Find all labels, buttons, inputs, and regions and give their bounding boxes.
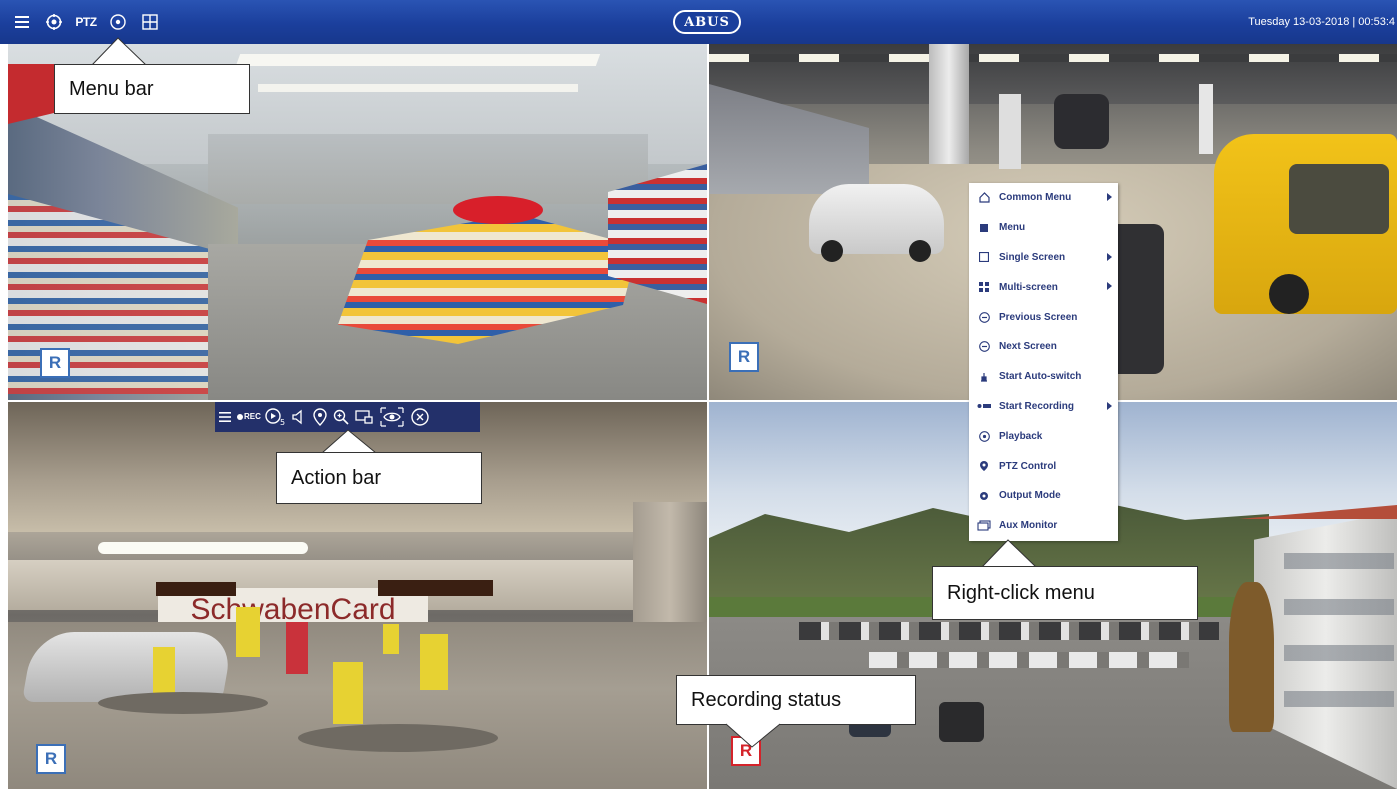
menu-item-label: Next Screen — [999, 341, 1057, 353]
menu-item-label: PTZ Control — [999, 460, 1057, 472]
recording-status-badge: R — [36, 744, 66, 774]
right-click-menu: Common Menu Menu Single Screen Multi-scr… — [969, 183, 1118, 541]
multi-screen-icon — [977, 280, 991, 294]
wheel — [909, 240, 931, 262]
led-sign — [378, 580, 493, 596]
wheel — [821, 240, 843, 262]
ceiling-light — [98, 542, 308, 554]
callout-pointer — [91, 37, 147, 66]
ptz-icon — [977, 459, 991, 473]
barrier-post — [153, 647, 175, 697]
island-sign — [453, 196, 543, 224]
home-icon — [977, 191, 991, 205]
autumn-tree — [1229, 582, 1274, 732]
ceiling-light — [258, 84, 578, 92]
settings-icon[interactable] — [42, 10, 66, 34]
recording-status-badge: R — [40, 348, 70, 378]
audio-icon[interactable] — [291, 402, 307, 432]
menu-item-single-screen[interactable]: Single Screen — [969, 243, 1118, 273]
datetime-display: Tuesday 13-03-2018 | 00:53:4 — [1248, 16, 1395, 28]
playback-icon[interactable] — [106, 10, 130, 34]
menu-item-label: Start Auto-switch — [999, 371, 1082, 383]
output-mode-icon — [977, 489, 991, 503]
aux-monitor-icon — [977, 519, 991, 533]
eye-icon[interactable] — [379, 402, 405, 432]
island — [98, 692, 268, 714]
svg-text:5: 5 — [280, 418, 285, 426]
ptz-label: PTZ — [75, 15, 97, 29]
submenu-arrow-icon — [1107, 252, 1112, 261]
wheel — [1269, 274, 1309, 314]
fuel-pump — [1199, 84, 1213, 154]
callout-pointer — [321, 429, 377, 454]
submenu-arrow-icon — [1107, 282, 1112, 291]
menu-item-common-menu[interactable]: Common Menu — [969, 183, 1118, 213]
previous-icon — [977, 310, 991, 324]
next-icon — [977, 340, 991, 354]
close-icon[interactable] — [411, 402, 429, 432]
menu-item-ptz-control[interactable]: PTZ Control — [969, 451, 1118, 481]
recording-status-badge: R — [729, 342, 759, 372]
parked-cars — [869, 652, 1189, 668]
menu-item-label: Single Screen — [999, 251, 1066, 263]
menu-item-output-mode[interactable]: Output Mode — [969, 481, 1118, 511]
callout-menu-bar: Menu bar — [54, 64, 250, 114]
rec-label: REC — [244, 412, 261, 421]
menu-icon[interactable] — [10, 10, 34, 34]
ptz-icon[interactable]: PTZ — [74, 10, 98, 34]
barrier-post — [420, 634, 448, 690]
record-icon[interactable]: REC — [237, 402, 261, 432]
menu-item-menu[interactable]: Menu — [969, 213, 1118, 243]
callout-recording-status: Recording status — [676, 675, 916, 725]
menu-item-start-auto-switch[interactable]: Start Auto-switch — [969, 362, 1118, 392]
barrier-post — [333, 662, 363, 724]
menu-item-previous-screen[interactable]: Previous Screen — [969, 302, 1118, 332]
menu-item-multi-screen[interactable]: Multi-screen — [969, 272, 1118, 302]
submenu-arrow-icon — [1107, 401, 1112, 410]
menu-item-aux-monitor[interactable]: Aux Monitor — [969, 511, 1118, 541]
canopy — [709, 44, 1397, 104]
menu-item-start-recording[interactable]: Start Recording — [969, 392, 1118, 422]
barrier-post — [286, 622, 308, 674]
callout-action-bar: Action bar — [276, 452, 482, 504]
ceiling-light — [235, 54, 601, 66]
callout-right-click-menu: Right-click menu — [932, 566, 1198, 620]
callout-pointer — [981, 539, 1037, 568]
menu-item-label: Multi-screen — [999, 281, 1058, 293]
canopy-lights — [709, 54, 1397, 62]
auto-switch-icon — [977, 370, 991, 384]
windows — [1284, 537, 1394, 737]
menu-item-playback[interactable]: Playback — [969, 421, 1118, 451]
dark-car — [1054, 94, 1109, 149]
back-wall — [208, 134, 648, 204]
menu-item-label: Previous Screen — [999, 311, 1078, 323]
callout-pointer — [725, 723, 781, 748]
menu-item-label: Aux Monitor — [999, 520, 1058, 532]
record-icon — [977, 399, 991, 413]
abus-logo: ABUS — [673, 10, 741, 34]
playback-icon[interactable]: 5 — [265, 402, 285, 432]
led-sign — [156, 582, 236, 596]
dark-car — [939, 702, 984, 742]
barrier-post — [383, 624, 399, 654]
menu-icon[interactable] — [219, 402, 231, 432]
menu-item-label: Common Menu — [999, 192, 1072, 204]
submenu-arrow-icon — [1107, 193, 1112, 201]
menu-item-label: Menu — [999, 222, 1026, 234]
menu-item-label: Start Recording — [999, 400, 1075, 412]
barrier-post — [236, 607, 260, 657]
menu-item-label: Output Mode — [999, 490, 1061, 502]
fuel-pump — [999, 94, 1021, 169]
van-window — [1289, 164, 1389, 234]
parked-cars — [799, 622, 1219, 640]
playback-icon — [977, 429, 991, 443]
single-screen-icon — [977, 250, 991, 264]
layout-icon[interactable] — [138, 10, 162, 34]
menu-icon — [977, 221, 991, 235]
menu-item-next-screen[interactable]: Next Screen — [969, 332, 1118, 362]
menu-item-label: Playback — [999, 430, 1043, 442]
menu-bar: PTZ ABUS Tuesday 13-03-2018 | 00:53:4 — [0, 0, 1397, 44]
island — [298, 724, 498, 752]
